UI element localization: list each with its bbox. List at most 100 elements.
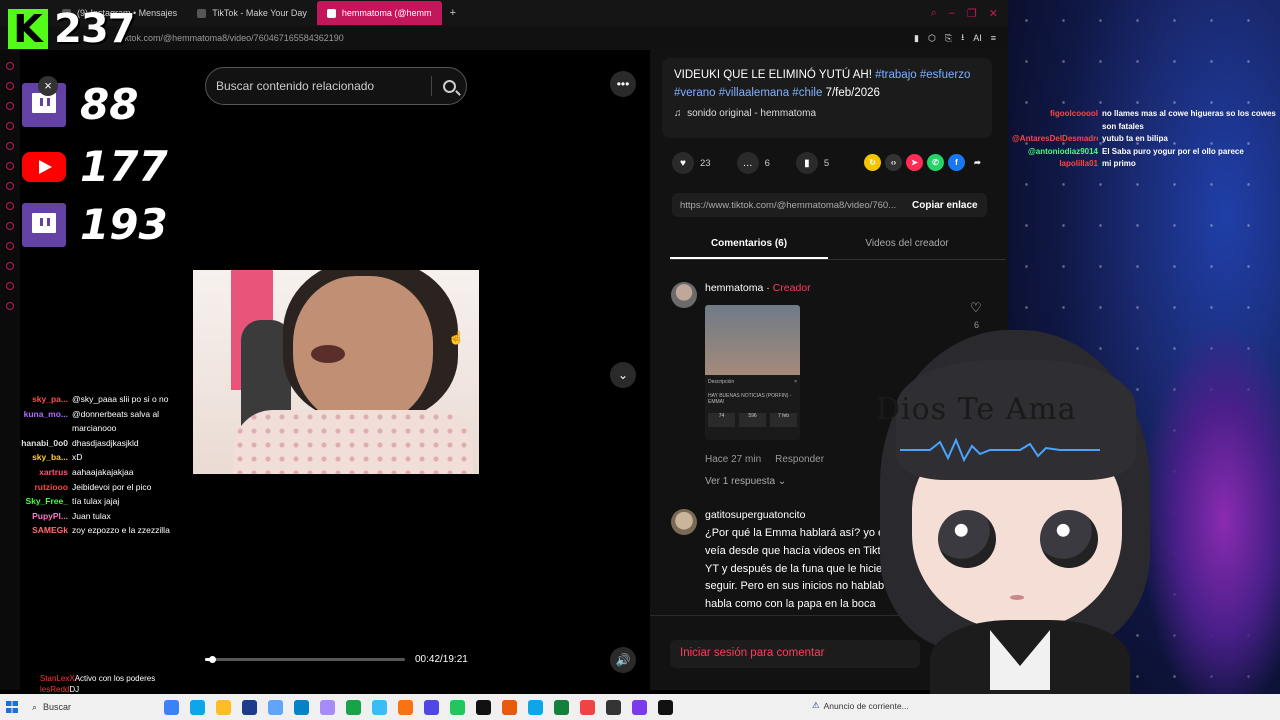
sidebar-icon[interactable] xyxy=(6,122,14,130)
copilot-icon[interactable] xyxy=(190,699,205,715)
app-icon[interactable] xyxy=(268,699,283,715)
taskview-icon[interactable] xyxy=(164,699,179,715)
search-tabs-icon[interactable]: ⌕ xyxy=(931,7,937,20)
sidebar-icon[interactable] xyxy=(6,82,14,90)
facebook-icon[interactable]: f xyxy=(948,154,965,171)
copy-link-button[interactable]: Copiar enlace xyxy=(904,200,978,211)
sidebar-icon[interactable] xyxy=(6,302,14,310)
save-button[interactable]: ▮ xyxy=(795,152,818,174)
more-options-button[interactable]: ••• xyxy=(610,71,636,97)
opera-icon[interactable] xyxy=(580,699,595,715)
share-icon[interactable]: ⎘ xyxy=(945,33,952,44)
edge-icon[interactable] xyxy=(294,699,309,715)
search-input[interactable]: Buscar contenido relacionado xyxy=(206,79,431,93)
app-icon[interactable] xyxy=(320,699,335,715)
new-tab-button[interactable]: + xyxy=(442,7,464,19)
sound-link[interactable]: ♫ sonido original - hemmatoma xyxy=(674,108,816,119)
sidebar-icon[interactable] xyxy=(6,102,14,110)
comment-like-button[interactable]: ♡ xyxy=(970,300,982,316)
app-icon[interactable] xyxy=(424,699,439,715)
chat-username[interactable]: kuna_mo... xyxy=(4,407,68,436)
app-icon[interactable] xyxy=(606,699,621,715)
hashtag-link[interactable]: #chile xyxy=(792,87,822,99)
start-button[interactable] xyxy=(0,701,24,713)
related-search-bar[interactable]: Buscar contenido relacionado xyxy=(205,67,467,105)
extensions-icon[interactable]: ⬡ xyxy=(928,33,936,44)
app-icon[interactable] xyxy=(528,699,543,715)
sidebar-icon[interactable] xyxy=(6,262,14,270)
firefox-icon[interactable] xyxy=(398,699,413,715)
video-link[interactable]: https://www.tiktok.com/@hemmatoma8/video… xyxy=(672,200,904,211)
app-icon[interactable] xyxy=(242,699,257,715)
taskbar-search[interactable]: ⌕ Buscar xyxy=(24,702,134,713)
reply-button[interactable]: Responder xyxy=(775,454,824,465)
comment-author[interactable]: gatitosuperguatoncito xyxy=(705,509,805,521)
sidebar-icon[interactable] xyxy=(6,242,14,250)
comment-image[interactable]: Descripción × HAY BUENAS NOTICIAS (PORFIN… xyxy=(705,305,800,440)
chat-username[interactable]: xartrus xyxy=(4,465,68,480)
comment-author[interactable]: hemmatoma · Creador xyxy=(705,282,811,294)
bookmark-icon[interactable]: ▮ xyxy=(914,33,919,44)
minimize-icon[interactable]: – xyxy=(949,7,955,20)
sidebar-icon[interactable] xyxy=(6,282,14,290)
app-icon[interactable] xyxy=(658,699,673,715)
chat-username[interactable]: figoolcooool xyxy=(1012,108,1098,133)
sidebar-icon[interactable] xyxy=(6,222,14,230)
maximize-icon[interactable]: ❐ xyxy=(967,7,977,20)
ai-icon[interactable]: AI xyxy=(973,33,982,43)
sidebar-icon[interactable] xyxy=(6,202,14,210)
app-icon[interactable] xyxy=(372,699,387,715)
close-icon[interactable]: × xyxy=(38,76,58,96)
tab-comments[interactable]: Comentarios (6) xyxy=(670,232,828,259)
chrome-icon[interactable] xyxy=(450,699,465,715)
sidebar-icon[interactable] xyxy=(6,182,14,190)
chat-username[interactable]: @antoniodiaz9014 xyxy=(1012,146,1098,159)
progress-handle[interactable] xyxy=(209,656,216,663)
chat-username[interactable]: PupyPl... xyxy=(4,509,68,524)
send-icon[interactable]: ➤ xyxy=(906,154,923,171)
taskbar-notification[interactable]: ⚠ Anuncio de corriente... xyxy=(812,700,909,711)
chat-username[interactable]: Sky_Free_ xyxy=(4,494,68,509)
like-button[interactable]: ♥ xyxy=(672,152,694,174)
chat-username[interactable]: StanLexX xyxy=(40,674,75,683)
tab-tiktok-video[interactable]: hemmatoma (@hemm xyxy=(316,1,442,25)
app-icon[interactable] xyxy=(502,699,517,715)
menu-icon[interactable]: ≡ xyxy=(991,33,996,43)
chat-username[interactable]: hanabi_0o0 xyxy=(4,436,68,451)
video-progress-bar[interactable] xyxy=(205,656,405,663)
tab-creator-videos[interactable]: Videos del creador xyxy=(828,232,986,259)
url-field[interactable]: tiktok.com/@hemmatoma8/video/76046716558… xyxy=(120,33,344,43)
app-icon[interactable] xyxy=(632,699,647,715)
share-arrow-icon[interactable]: ➦ xyxy=(969,154,986,171)
whatsapp-icon[interactable]: ✆ xyxy=(927,154,944,171)
repost-icon[interactable]: ↻ xyxy=(864,154,881,171)
view-replies-button[interactable]: Ver 1 respuesta ⌄ xyxy=(705,476,786,487)
embed-icon[interactable]: ‹› xyxy=(885,154,902,171)
video-player[interactable] xyxy=(193,270,479,474)
avatar[interactable] xyxy=(671,282,697,308)
chat-username[interactable]: rutziooo xyxy=(4,480,68,495)
hashtag-link[interactable]: #trabajo xyxy=(875,69,917,81)
hashtag-link[interactable]: #villaalemana xyxy=(719,87,789,99)
hashtag-link[interactable]: #verano xyxy=(674,87,716,99)
sidebar-icon[interactable] xyxy=(6,62,14,70)
next-video-button[interactable]: ⌄ xyxy=(610,362,636,388)
sidebar-icon[interactable] xyxy=(6,142,14,150)
tab-tiktok-home[interactable]: TikTok - Make Your Day xyxy=(187,1,317,25)
obs-icon[interactable] xyxy=(476,699,491,715)
close-window-icon[interactable]: ✕ xyxy=(989,7,998,20)
chat-username[interactable]: sky_ba... xyxy=(4,450,68,465)
avatar[interactable] xyxy=(671,509,697,535)
volume-button[interactable]: 🔊 xyxy=(610,647,636,673)
search-button[interactable] xyxy=(432,79,466,93)
chat-username[interactable]: lapolilla01 xyxy=(1012,158,1098,171)
comment-button[interactable]: … xyxy=(736,152,759,174)
hashtag-link[interactable]: #esfuerzo xyxy=(920,69,971,81)
app-icon[interactable] xyxy=(554,699,569,715)
chat-username[interactable]: lesRedd xyxy=(40,685,69,694)
chat-username[interactable]: @AntaresDelDesmadre xyxy=(1012,133,1098,146)
sidebar-icon[interactable] xyxy=(6,162,14,170)
chat-username[interactable]: sky_pa... xyxy=(4,392,68,407)
file-explorer-icon[interactable] xyxy=(216,699,231,715)
download-icon[interactable]: ⭳ xyxy=(961,30,964,46)
